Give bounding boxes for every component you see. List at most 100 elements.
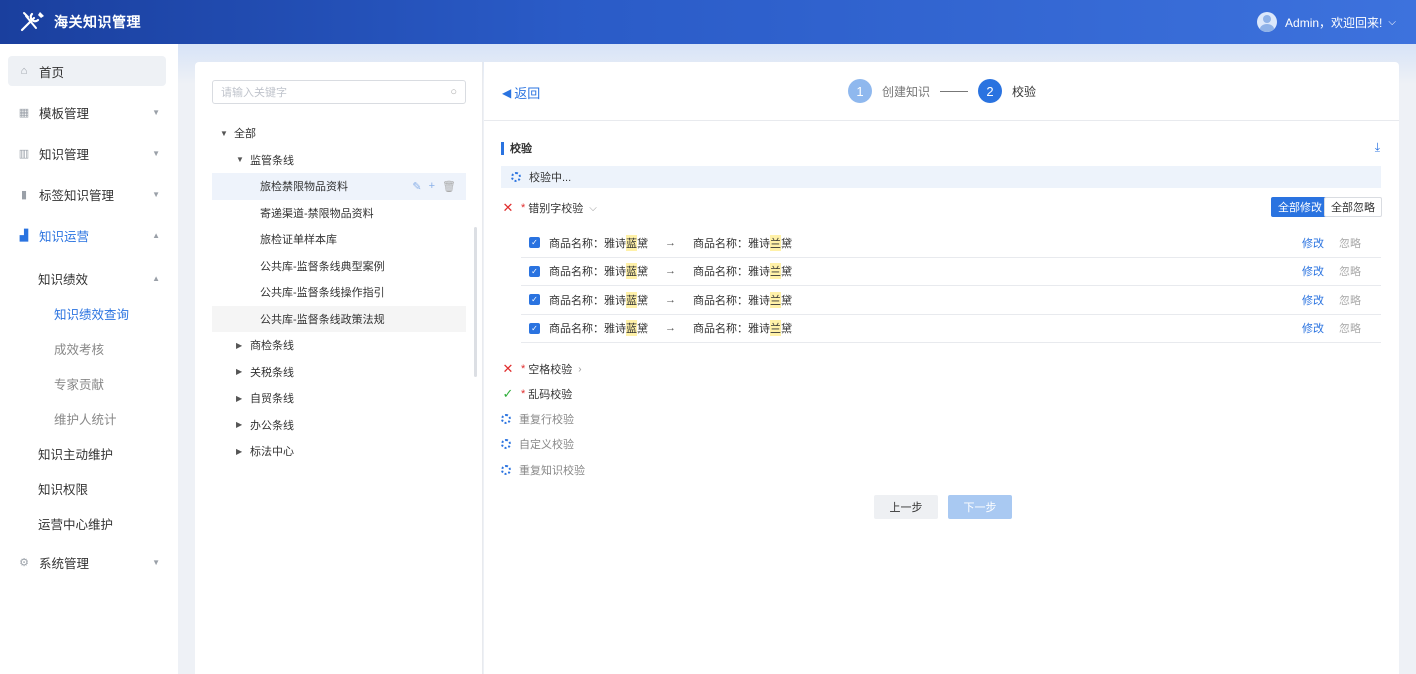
wrong-char: 蓝 <box>626 263 637 280</box>
fail-icon: ✕ <box>502 200 514 215</box>
corrected-text-end: 黛 <box>781 294 792 307</box>
sidebar-item-tag-knowledge[interactable]: ▮ 标签知识管理 ▼ <box>8 179 166 209</box>
dup-knowledge-check: 重复知识校验 <box>501 460 585 480</box>
step-1-label: 创建知识 <box>882 84 931 99</box>
sidebar-sub-performance[interactable]: 知识绩效 ▲ <box>0 261 178 296</box>
add-icon[interactable]: + <box>429 180 435 193</box>
typo-row: ✓ 商品名称：雅诗蓝黛 → 商品名称：雅诗兰黛 修改 忽略 <box>521 258 1381 286</box>
sidebar-item-system[interactable]: ⚙ 系统管理 ▼ <box>8 547 166 577</box>
tree-scrollbar[interactable] <box>474 227 477 377</box>
space-check-header[interactable]: ✕ * 空格校验 › <box>501 359 582 379</box>
chart-icon: ▟ <box>19 229 29 242</box>
sidebar-item-operations[interactable]: ▟ 知识运营 ▲ <box>8 220 166 250</box>
corrected-text-end: 黛 <box>781 323 792 336</box>
sidebar-active-maint[interactable]: 知识主动维护 <box>0 436 178 471</box>
corrected-text-end: 黛 <box>781 266 792 279</box>
tree-node-item4[interactable]: 公共库-监督条线典型案例 <box>212 253 466 280</box>
edit-icon[interactable]: ✎ <box>412 180 421 193</box>
back-label: 返回 <box>514 86 541 101</box>
title-accent-bar <box>501 141 504 155</box>
sidebar-item-knowledge[interactable]: ▥ 知识管理 ▼ <box>8 138 166 168</box>
pass-icon: ✓ <box>502 386 514 401</box>
arrow-right-icon: → <box>665 265 676 278</box>
tree-node-ftz[interactable]: ▶ 自贸条线 <box>212 385 466 412</box>
tree-node-commodity[interactable]: ▶ 商检条线 <box>212 332 466 359</box>
typo-check-header[interactable]: ✕ * 错别字校验 ⌵ <box>501 198 597 218</box>
garble-check-header[interactable]: ✓ * 乱码校验 <box>501 384 573 404</box>
home-icon: ⌂ <box>20 65 28 77</box>
prev-step-button[interactable]: 上一步 <box>874 495 938 519</box>
required-mark: * <box>521 388 526 400</box>
template-icon: ▦ <box>18 106 30 119</box>
original-text-end: 黛 <box>637 294 648 307</box>
typo-row: ✓ 商品名称：雅诗蓝黛 → 商品名称：雅诗兰黛 修改 忽略 <box>521 229 1381 258</box>
caret-down-icon: ▼ <box>220 128 228 138</box>
tree-node-office[interactable]: ▶ 办公条线 <box>212 412 466 439</box>
tree-node-standard[interactable]: ▶ 标法中心 <box>212 438 466 465</box>
tree-node-item5[interactable]: 公共库-监督条线操作指引 <box>212 279 466 306</box>
caret-right-icon: ▶ <box>236 420 243 430</box>
tag-icon: ▮ <box>20 188 28 201</box>
back-link[interactable]: ◀ 返回 <box>502 83 540 102</box>
section-title-text: 校验 <box>510 143 532 155</box>
ignore-link[interactable]: 忽略 <box>1339 235 1361 251</box>
correct-char: 兰 <box>770 263 781 280</box>
corrected-text: 商品名称：雅诗 <box>693 266 770 279</box>
ignore-link[interactable]: 忽略 <box>1339 320 1361 336</box>
fix-link[interactable]: 修改 <box>1302 320 1324 336</box>
checkbox[interactable]: ✓ <box>529 294 540 306</box>
ignore-link[interactable]: 忽略 <box>1339 263 1361 279</box>
sidebar-permission[interactable]: 知识权限 <box>0 471 178 506</box>
fix-link[interactable]: 修改 <box>1302 292 1324 308</box>
tree-node-item2[interactable]: 寄递渠道-禁限物品资料 <box>212 200 466 227</box>
user-menu[interactable]: Admin，欢迎回来! ⌵ <box>1257 12 1396 32</box>
checkbox[interactable]: ✓ <box>529 322 540 334</box>
sidebar-expert[interactable]: 专家贡献 <box>0 366 178 401</box>
sidebar: ⌂ 首页 ▦ 模板管理 ▼ ▥ 知识管理 ▼ ▮ 标签知识管理 ▼ ▟ 知识运营… <box>0 44 178 674</box>
tree-node-label: 商检条线 <box>250 340 294 353</box>
sidebar-ops-center[interactable]: 运营中心维护 <box>0 506 178 541</box>
original-text-end: 黛 <box>637 266 648 279</box>
sidebar-item-label: 知识管理 <box>39 147 90 162</box>
next-step-button[interactable]: 下一步 <box>948 495 1012 519</box>
app-logo[interactable]: 海关知识管理 <box>18 10 141 34</box>
sidebar-perf-query[interactable]: 知识绩效查询 <box>0 296 178 331</box>
tree-node-tariff[interactable]: ▶ 关税条线 <box>212 359 466 386</box>
chevron-up-icon: ▲ <box>152 230 160 240</box>
gear-icon: ⚙ <box>19 556 29 569</box>
sidebar-maintainer[interactable]: 维护人统计 <box>0 401 178 436</box>
sidebar-assessment[interactable]: 成效考核 <box>0 331 178 366</box>
fix-all-button[interactable]: 全部修改 <box>1271 197 1329 217</box>
tree-node-item3[interactable]: 旅检证单样本库 <box>212 226 466 253</box>
arrow-right-icon: → <box>665 322 676 335</box>
sidebar-item-template[interactable]: ▦ 模板管理 ▼ <box>8 97 166 127</box>
download-icon[interactable]: ⤓ <box>1375 140 1380 155</box>
chevron-down-icon: ▼ <box>152 189 160 199</box>
sidebar-item-label: 标签知识管理 <box>39 188 115 203</box>
typo-row: ✓ 商品名称：雅诗蓝黛 → 商品名称：雅诗兰黛 修改 忽略 <box>521 315 1381 343</box>
ignore-all-button[interactable]: 全部忽略 <box>1324 197 1382 217</box>
tree-node-supervision[interactable]: ▼ 监管条线 <box>212 147 466 174</box>
fix-link[interactable]: 修改 <box>1302 235 1324 251</box>
fix-link[interactable]: 修改 <box>1302 263 1324 279</box>
check-label: 自定义校验 <box>519 439 574 451</box>
arrow-right-icon: → <box>665 293 676 306</box>
tree-node-item6[interactable]: 公共库-监督条线政策法规 <box>212 305 466 332</box>
sidebar-item-label: 首页 <box>39 65 65 80</box>
tools-logo-icon <box>20 12 44 32</box>
checkbox[interactable]: ✓ <box>529 265 540 277</box>
tree-node-all[interactable]: ▼ 全部 <box>212 120 466 147</box>
trash-icon[interactable]: 🗑 <box>442 180 456 193</box>
knowledge-tree: ▼ 全部 ▼ 监管条线 旅检禁限物品资料 ✎ + 🗑 寄递渠道-禁限物品资料 旅检证… <box>212 120 466 465</box>
checkbox[interactable]: ✓ <box>529 237 540 249</box>
original-text-end: 黛 <box>637 237 648 250</box>
sidebar-item-home[interactable]: ⌂ 首页 <box>8 56 166 86</box>
check-label: 乱码校验 <box>528 389 573 401</box>
search-input[interactable]: 请输入关键字 ○ <box>212 80 466 104</box>
tree-node-label: 办公条线 <box>250 419 294 432</box>
ignore-link[interactable]: 忽略 <box>1339 292 1361 308</box>
tree-node-item1[interactable]: 旅检禁限物品资料 ✎ + 🗑 <box>212 173 466 200</box>
step-2-number: 2 <box>978 79 1003 103</box>
search-icon: ○ <box>450 86 457 98</box>
app-title: 海关知识管理 <box>54 14 141 30</box>
